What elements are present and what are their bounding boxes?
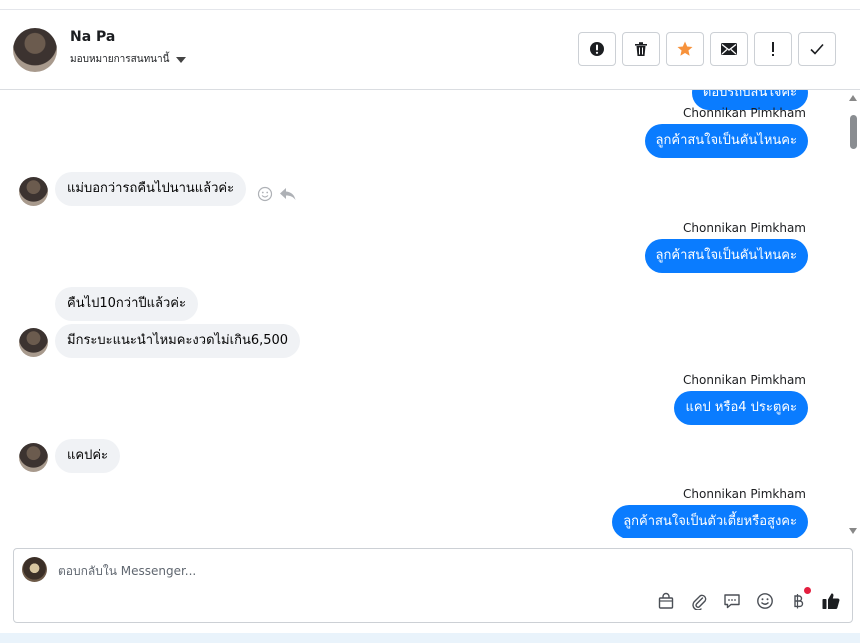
- assign-label: มอบหมายการสนทนานี้: [70, 54, 170, 65]
- checkmark-icon: [810, 43, 824, 55]
- reply-composer: [13, 548, 853, 623]
- baht-payment-icon: [794, 594, 804, 609]
- notification-dot: [804, 587, 811, 594]
- sender-name: Chonnikan Pimkham: [683, 487, 806, 501]
- contact-mini-avatar: [19, 328, 48, 357]
- mark-unread-button[interactable]: [710, 32, 748, 66]
- conversation-header: Na Pa มอบหมายการสนทนานี้: [0, 10, 860, 90]
- outgoing-message[interactable]: ลูกค้าสนใจเป็นตัวเตี้ยหรือสูงคะ: [612, 505, 808, 538]
- incoming-message[interactable]: แม่บอกว่ารถคืนไปนานแล้วค่ะ: [55, 172, 247, 206]
- star-button[interactable]: [666, 32, 704, 66]
- shop-button[interactable]: [655, 590, 677, 612]
- sender-name: Chonnikan Pimkham: [683, 373, 806, 387]
- assign-conversation-dropdown[interactable]: มอบหมายการสนทนานี้: [70, 52, 187, 67]
- follow-up-button[interactable]: [754, 32, 792, 66]
- alert-circle-icon: [590, 42, 604, 56]
- conversation-actions: [578, 32, 836, 66]
- caret-down-icon: [176, 56, 187, 63]
- star-icon: [677, 41, 693, 56]
- reply-arrow-icon[interactable]: [279, 186, 297, 202]
- outgoing-message[interactable]: แคป หรือ4 ประตูคะ: [674, 391, 808, 425]
- composer-toolbar: [655, 587, 842, 612]
- exclamation-icon: [772, 42, 774, 56]
- message-thread[interactable]: ตอบรถบสนใจค่ะ Chonnikan Pimkham ลูกค้าสน…: [0, 90, 846, 538]
- emoji-react-icon[interactable]: [257, 186, 273, 202]
- page-avatar: [22, 557, 47, 582]
- paperclip-icon: [692, 594, 707, 610]
- saved-reply-icon: [724, 594, 740, 609]
- window-bottom-bar: [0, 633, 860, 643]
- attach-button[interactable]: [688, 590, 710, 612]
- messenger-inbox-pane: Na Pa มอบหมายการสนทนานี้ ตอบรถบสนใจค่ะ C…: [0, 0, 860, 643]
- sender-name: Chonnikan Pimkham: [683, 106, 806, 120]
- incoming-message[interactable]: คืนไป10กว่าปีแล้วค่ะ: [55, 287, 198, 321]
- outgoing-message[interactable]: ลูกค้าสนใจเป็นคันไหนคะ: [644, 239, 808, 273]
- shopping-bag-icon: [658, 592, 674, 609]
- payment-button[interactable]: [787, 587, 811, 612]
- incoming-message[interactable]: แคปค่ะ: [55, 439, 121, 473]
- incoming-message[interactable]: มีกระบะแนะนำไหมคะงวดไม่เกิน6,500: [55, 324, 301, 358]
- scroll-down-arrow-icon[interactable]: [849, 528, 857, 534]
- spam-button[interactable]: [578, 32, 616, 66]
- envelope-icon: [721, 43, 737, 55]
- scrollbar-thumb[interactable]: [850, 115, 857, 149]
- trash-icon: [635, 42, 647, 56]
- emoji-button[interactable]: [754, 590, 776, 612]
- message-hover-actions: [257, 186, 297, 202]
- reply-input[interactable]: [58, 561, 658, 581]
- contact-name[interactable]: Na Pa: [70, 29, 115, 45]
- mark-done-button[interactable]: [798, 32, 836, 66]
- thumbs-up-icon: [822, 593, 840, 610]
- delete-button[interactable]: [622, 32, 660, 66]
- like-button[interactable]: [820, 590, 842, 612]
- emoji-icon: [757, 593, 773, 609]
- scroll-up-arrow-icon[interactable]: [849, 95, 857, 101]
- saved-replies-button[interactable]: [721, 590, 743, 612]
- contact-mini-avatar: [19, 443, 48, 472]
- thread-scrollbar[interactable]: [846, 90, 860, 538]
- contact-avatar[interactable]: [13, 28, 57, 72]
- contact-mini-avatar: [19, 177, 48, 206]
- outgoing-message[interactable]: ลูกค้าสนใจเป็นคันไหนคะ: [644, 124, 808, 158]
- sender-name: Chonnikan Pimkham: [683, 221, 806, 235]
